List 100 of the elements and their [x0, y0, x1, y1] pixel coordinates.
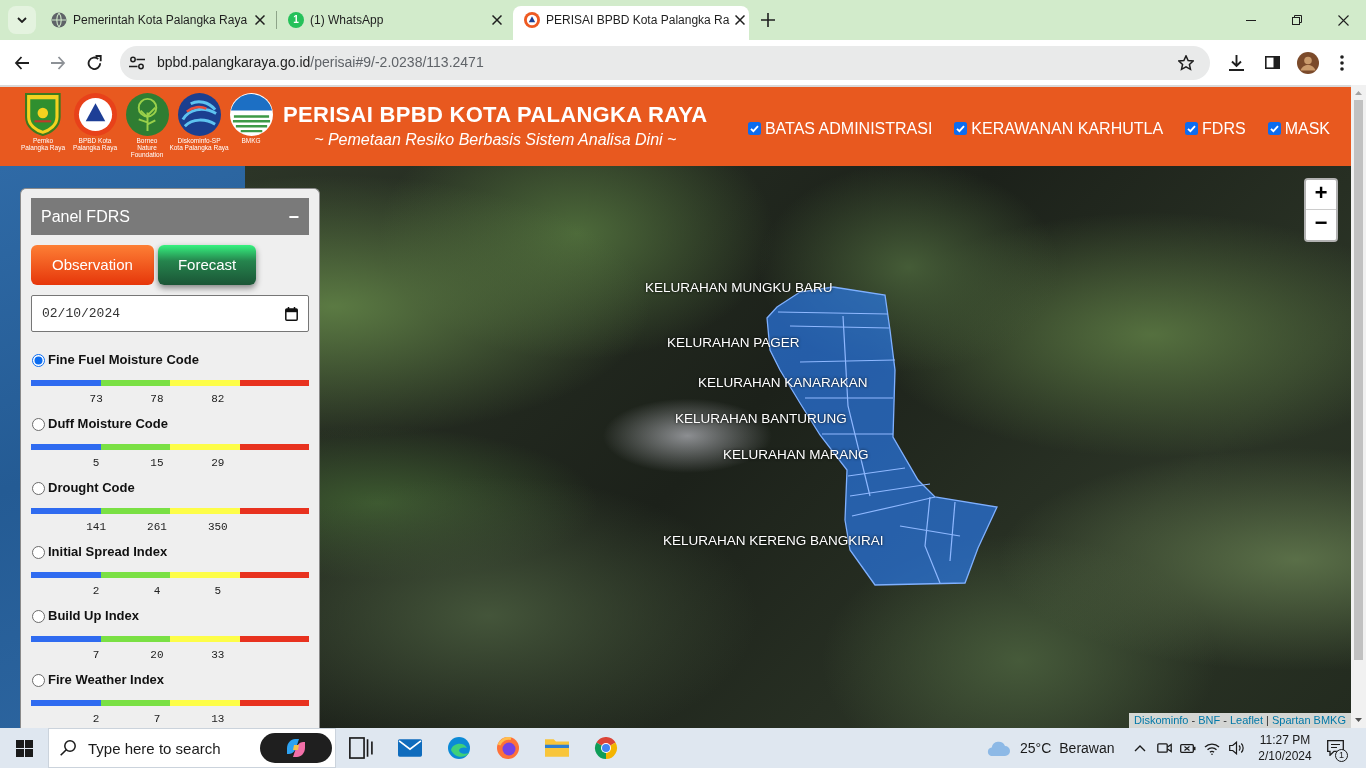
minimize-icon[interactable]: [1246, 19, 1256, 21]
scale-tick-label: 141: [86, 521, 107, 533]
scale-tick-label: 2: [92, 585, 100, 597]
camera-icon[interactable]: [1156, 741, 1172, 755]
avatar-icon[interactable]: [1297, 51, 1319, 74]
restore-icon[interactable]: [1292, 15, 1302, 25]
radio-button[interactable]: [32, 417, 45, 431]
index-label[interactable]: Initial Spread Index: [48, 542, 168, 562]
notification-icon[interactable]: [1326, 740, 1344, 756]
wave-logo-icon: [229, 93, 273, 136]
scale-tick-label: 82: [211, 393, 225, 405]
emblem-icon: [524, 12, 540, 28]
copilot-icon: [286, 738, 306, 758]
index-label[interactable]: Duff Moisture Code: [48, 414, 168, 434]
unread-badge: 1: [288, 12, 304, 28]
tree-logo-icon: [125, 93, 169, 136]
browser-tab[interactable]: Pemerintah Kota Palangka Raya: [40, 6, 276, 40]
scale-tick-label: 261: [147, 521, 167, 533]
scale-tick-label: 29: [211, 457, 225, 469]
scale-tick-label: 33: [211, 649, 225, 661]
search-icon: [60, 740, 76, 756]
mail-icon[interactable]: [397, 737, 422, 759]
scale-tick-label: 7: [153, 713, 161, 725]
windows-start-icon[interactable]: [15, 739, 33, 757]
scroll-down-arrow-icon[interactable]: [1355, 718, 1362, 722]
close-icon[interactable]: [255, 15, 265, 25]
weather-condition[interactable]: Berawan: [1059, 737, 1115, 759]
district-label: KELURAHAN KANARAKAN: [698, 375, 868, 391]
more-menu-icon[interactable]: [1340, 54, 1344, 71]
copilot-button[interactable]: [260, 733, 332, 763]
browser-icon[interactable]: [495, 737, 520, 759]
checkbox[interactable]: [1185, 122, 1199, 135]
map-attribution: Diskominfo - BNF - Leaflet | Spartan BMKG: [1129, 713, 1351, 728]
clock-date[interactable]: 2/10/2024: [1258, 748, 1312, 764]
scale-tick-label: 7: [92, 649, 100, 661]
notification-badge: 1: [1335, 749, 1348, 762]
sidebar-icon[interactable]: [1264, 56, 1280, 69]
scrollbar-thumb[interactable]: [1354, 100, 1363, 660]
new-tab-icon[interactable]: [761, 13, 775, 27]
clock-time[interactable]: 11:27 PM: [1259, 732, 1311, 748]
speaker-icon[interactable]: [1229, 741, 1245, 755]
close-icon[interactable]: [1337, 14, 1349, 26]
tab-search-button[interactable]: [8, 6, 36, 34]
attribution-link[interactable]: BNF: [1198, 714, 1221, 726]
checkbox[interactable]: [747, 122, 761, 135]
site-subtitle: ~ Pemetaan Resiko Berbasis Sistem Analisa Dini ~: [314, 130, 677, 150]
layer-label[interactable]: FDRS: [1202, 119, 1246, 138]
scale-tick-label: 5: [92, 457, 100, 469]
shield-logo-icon: [25, 93, 61, 136]
radio-button[interactable]: [32, 353, 45, 367]
swirl-logo-icon: [177, 93, 221, 136]
browser-tab[interactable]: 1 (1) WhatsApp: [277, 6, 513, 40]
radio-button[interactable]: [32, 673, 45, 687]
panel-title: Panel FDRS: [41, 206, 130, 227]
mode-button[interactable]: Forecast: [157, 245, 257, 285]
radio-button[interactable]: [32, 545, 45, 559]
task-view-icon[interactable]: [348, 737, 373, 759]
download-icon[interactable]: [1228, 54, 1244, 71]
battery-icon[interactable]: [1180, 742, 1196, 754]
chevron-up-icon[interactable]: [1134, 744, 1146, 752]
close-icon[interactable]: [735, 15, 746, 25]
layer-label[interactable]: KERAWANAN KARHUTLA: [971, 119, 1164, 138]
reload-icon[interactable]: [86, 55, 102, 70]
star-icon[interactable]: [1178, 54, 1194, 71]
address-bar[interactable]: bpbd.palangkaraya.go.id/perisai#9/-2.0238/113.2471: [120, 45, 1210, 80]
chevron-down-icon: [17, 17, 27, 23]
wifi-icon[interactable]: [1204, 741, 1220, 755]
site-title: PERISAI BPBD KOTA PALANGKA RAYA: [283, 103, 708, 127]
browser-icon[interactable]: [593, 737, 618, 759]
browser-icon[interactable]: [446, 737, 471, 759]
checkbox[interactable]: [1267, 122, 1281, 135]
zoom-in-button[interactable]: +: [1306, 180, 1336, 210]
folder-icon[interactable]: [544, 737, 569, 759]
index-label[interactable]: Fine Fuel Moisture Code: [48, 350, 199, 370]
close-icon[interactable]: [492, 15, 502, 25]
index-label[interactable]: Build Up Index: [48, 606, 139, 626]
forward-icon[interactable]: [50, 55, 66, 70]
collapse-button[interactable]: −: [286, 206, 301, 227]
scale-tick-label: 2: [92, 713, 100, 725]
calendar-icon[interactable]: [285, 307, 298, 321]
triangle-logo-icon: [73, 93, 117, 136]
scale-tick-label: 13: [211, 713, 225, 725]
scale-tick-label: 78: [150, 393, 164, 405]
weather-temperature[interactable]: 25°C: [1020, 737, 1052, 759]
back-icon[interactable]: [14, 55, 30, 70]
date-field[interactable]: 02/10/2024: [31, 295, 309, 332]
scale-tick-label: 4: [153, 585, 161, 597]
radio-button[interactable]: [32, 481, 45, 495]
site-settings-icon[interactable]: [129, 55, 145, 70]
scale-tick-label: 73: [89, 393, 103, 405]
index-label[interactable]: Drought Code: [48, 478, 135, 498]
attribution-link[interactable]: Diskominfo: [1134, 714, 1189, 726]
browser-tab[interactable]: PERISAI BPBD Kota Palangka Ra: [513, 6, 749, 40]
layer-label[interactable]: BATAS ADMINISTRASI: [764, 119, 933, 138]
layer-label[interactable]: MASK: [1284, 119, 1330, 138]
scrollbar[interactable]: [1351, 85, 1366, 728]
checkbox[interactable]: [954, 122, 968, 135]
index-label[interactable]: Fire Weather Index: [48, 670, 165, 690]
radio-button[interactable]: [32, 609, 45, 623]
globe-icon: [51, 12, 67, 28]
